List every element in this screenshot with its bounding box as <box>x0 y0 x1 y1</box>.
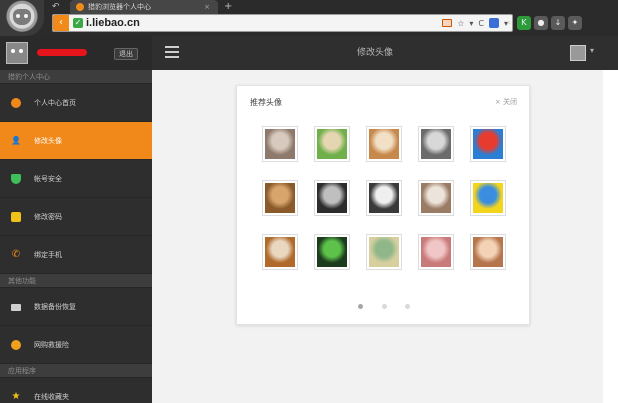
user-block: 退出 <box>0 36 152 70</box>
sidebar-item-shopping-rescue[interactable]: 网购救援险 <box>0 326 152 364</box>
dropdown-icon[interactable]: ▾ <box>469 19 473 28</box>
shopping-icon <box>11 340 21 350</box>
panel-close-button[interactable]: × 关闭 <box>495 97 517 107</box>
sidebar-item-label: 网购救援险 <box>34 341 69 349</box>
sidebar-item-label: 绑定手机 <box>34 251 62 259</box>
user-avatar[interactable] <box>6 42 28 64</box>
sidebar-item-change-password[interactable]: 修改密码 <box>0 198 152 236</box>
shield-icon <box>11 174 21 184</box>
extension-k-button[interactable]: K <box>517 16 531 30</box>
url-text[interactable]: i.liebao.cn <box>86 15 140 31</box>
avatar-option-figure-bw[interactable] <box>367 181 401 215</box>
avatar-option-hippo[interactable] <box>263 127 297 161</box>
sidebar-item-account-security[interactable]: 帐号安全 <box>0 160 152 198</box>
avatar-option-doraemon[interactable] <box>471 127 505 161</box>
bookmark-star-icon[interactable]: ☆ <box>457 19 464 28</box>
browser-toolbar: ⌕ K ● ↓ ✦ <box>504 14 582 32</box>
sidebar-section-personal: 猎豹个人中心 <box>0 70 152 84</box>
hamburger-menu-icon[interactable] <box>165 46 179 58</box>
avatar-option-flower[interactable] <box>419 235 453 269</box>
sidebar-item-label: 帐号安全 <box>34 175 62 183</box>
avatar-option-girl-sketch[interactable] <box>419 181 453 215</box>
avatar-option-man-portrait[interactable] <box>315 181 349 215</box>
settings-icon[interactable]: ✦ <box>568 16 582 30</box>
sidebar-item-change-avatar[interactable]: 👤 修改头像 <box>0 122 152 160</box>
search-icon[interactable]: ⌕ <box>504 16 514 30</box>
tab-active[interactable]: 猎豹浏览器个人中心 × <box>70 0 218 14</box>
site-verified-icon: ✓ <box>73 18 83 28</box>
download-icon[interactable]: ↓ <box>551 16 565 30</box>
home-icon <box>11 98 21 108</box>
sidebar-section-other: 其他功能 <box>0 274 152 288</box>
address-bar[interactable]: ‹ ✓ i.liebao.cn ☆ ▾ C ▾ <box>52 14 513 32</box>
star-icon: ★ <box>11 391 21 402</box>
sidebar-item-label: 在线收藏夹 <box>34 393 69 401</box>
header-avatar[interactable] <box>570 45 586 61</box>
logout-button[interactable]: 退出 <box>114 48 138 60</box>
sidebar-item-label: 修改头像 <box>34 137 62 145</box>
new-tab-button[interactable]: + <box>224 0 232 13</box>
address-bar-icons: ☆ ▾ C ▾ <box>442 15 508 31</box>
sidebar-item-label: 数据备份恢复 <box>34 303 76 311</box>
sidebar-item-data-backup[interactable]: 数据备份恢复 <box>0 288 152 326</box>
sidebar: 猎豹个人中心 个人中心首页 👤 修改头像 帐号安全 修改密码 ✆ 绑定手机 其他… <box>0 70 152 403</box>
tab-close-icon[interactable]: × <box>204 1 210 13</box>
tab-bar: ↶ 猎豹浏览器个人中心 × + <box>44 0 618 14</box>
page-dot-2[interactable] <box>381 304 387 309</box>
avatar-option-frog[interactable] <box>315 127 349 161</box>
tab-title: 猎豹浏览器个人中心 <box>88 3 151 11</box>
avatar-option-tiger[interactable] <box>263 235 297 269</box>
avatar-option-feathers[interactable] <box>419 127 453 161</box>
page-dot-1[interactable] <box>357 304 363 309</box>
pagination-dots <box>237 302 531 312</box>
avatar-option-girl-photo[interactable] <box>471 235 505 269</box>
avatar-icon: 👤 <box>11 136 21 145</box>
avatar-option-dog[interactable] <box>263 181 297 215</box>
page-edge <box>603 70 618 403</box>
sidebar-item-label: 个人中心首页 <box>34 99 76 107</box>
tab-favicon-icon <box>76 3 84 11</box>
page-dot-3[interactable] <box>405 304 411 309</box>
avatar-option-green-monster[interactable] <box>315 235 349 269</box>
refresh-icon[interactable]: C <box>478 19 484 28</box>
avatar-option-girl-hat[interactable] <box>367 127 401 161</box>
browser-chrome: ↶ 猎豹浏览器个人中心 × + ‹ ✓ i.liebao.cn ☆ ▾ C ▾ … <box>0 0 618 36</box>
reader-mode-icon[interactable] <box>442 19 453 27</box>
avatar-dropdown-icon[interactable]: ▾ <box>590 46 594 55</box>
backup-icon <box>11 304 21 311</box>
user-name-redacted <box>37 49 87 56</box>
sidebar-item-bind-phone[interactable]: ✆ 绑定手机 <box>0 236 152 274</box>
avatar-option-bottles[interactable] <box>367 235 401 269</box>
extension-circle-icon[interactable]: ● <box>534 16 548 30</box>
tab-undo-icon[interactable]: ↶ <box>52 1 60 13</box>
panel-title: 推荐头像 <box>250 98 282 107</box>
sidebar-item-home[interactable]: 个人中心首页 <box>0 84 152 122</box>
recommended-avatars-panel: 推荐头像 × 关闭 <box>236 85 530 325</box>
sidebar-section-apps: 应用程序 <box>0 364 152 378</box>
sidebar-item-label: 修改密码 <box>34 213 62 221</box>
lock-icon <box>11 212 21 222</box>
avatar-option-spongebob[interactable] <box>471 181 505 215</box>
browser-logo-icon[interactable] <box>0 0 44 36</box>
sidebar-item-online-favorites[interactable]: ★ 在线收藏夹 <box>0 378 152 403</box>
search-engine-icon[interactable] <box>488 18 499 28</box>
back-arrow-icon[interactable]: ‹ <box>53 15 69 31</box>
page-title: 修改头像 <box>356 48 393 58</box>
app-header: 退出 修改头像 ▾ <box>0 36 618 70</box>
phone-icon: ✆ <box>11 249 21 260</box>
